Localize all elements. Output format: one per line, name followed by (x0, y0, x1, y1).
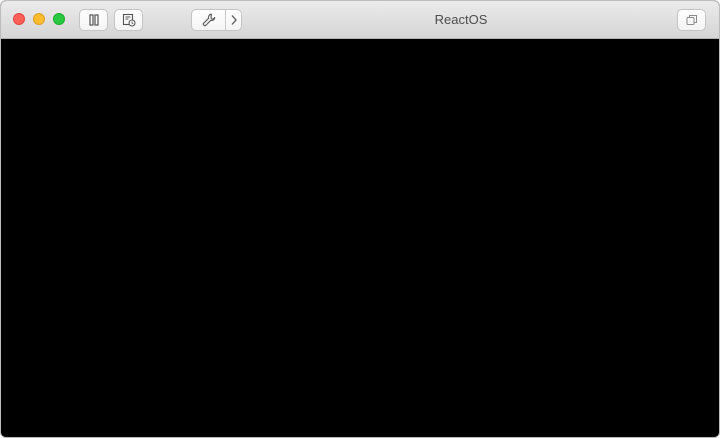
snapshot-icon (122, 13, 136, 27)
window-title: ReactOS (434, 12, 488, 27)
zoom-window-button[interactable] (53, 13, 65, 25)
vm-window: ReactOS (0, 0, 720, 438)
more-options-button[interactable] (226, 10, 241, 30)
minimize-window-button[interactable] (33, 13, 45, 25)
fullscreen-button[interactable] (677, 9, 706, 31)
vm-display[interactable] (1, 39, 719, 437)
close-window-button[interactable] (13, 13, 25, 25)
wrench-icon (202, 13, 216, 27)
fullscreen-icon (686, 15, 697, 25)
pause-button[interactable] (79, 9, 108, 31)
title-bar: ReactOS (1, 1, 719, 39)
settings-segmented-control (191, 9, 242, 31)
settings-button[interactable] (192, 10, 227, 30)
chevron-right-icon (231, 15, 237, 25)
pause-icon (88, 14, 99, 26)
snapshot-button[interactable] (114, 9, 143, 31)
